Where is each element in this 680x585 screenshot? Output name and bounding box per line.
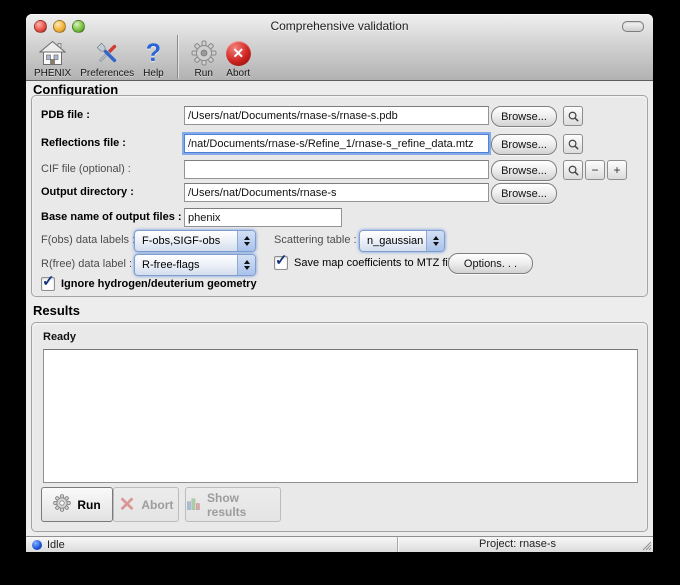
toolbar-label-help: Help	[143, 68, 164, 79]
reflections-file-label: Reflections file :	[41, 137, 126, 149]
pdb-file-label: PDB file :	[41, 109, 90, 121]
output-directory-input[interactable]	[184, 183, 489, 202]
toolbar-toggle-button[interactable]	[622, 21, 644, 32]
results-log[interactable]	[43, 349, 638, 483]
reflections-file-input[interactable]	[184, 134, 489, 153]
toolbar-separator	[177, 35, 178, 79]
reflections-browse-button[interactable]: Browse...	[491, 134, 557, 155]
reflections-search-button[interactable]	[563, 134, 583, 154]
abort-icon: ✕	[226, 41, 251, 66]
save-map-label: Save map coefficients to MTZ file	[294, 257, 456, 269]
toolbar: PHENIX Preferences	[34, 35, 251, 79]
main-window: Comprehensive validation PHENIX	[26, 14, 653, 552]
toolbar-item-run[interactable]: Run	[191, 39, 217, 79]
output-directory-label: Output directory :	[41, 186, 134, 198]
fobs-label: F(obs) data labels :	[41, 234, 135, 246]
toolbar-label-preferences: Preferences	[80, 68, 134, 79]
toolbar-label-abort: Abort	[226, 68, 250, 79]
toolbar-item-phenix[interactable]: PHENIX	[34, 39, 71, 79]
rfree-label: R(free) data label :	[41, 258, 132, 270]
results-status: Ready	[43, 331, 76, 343]
dropdown-arrows-icon	[237, 231, 255, 251]
zoom-button[interactable]	[72, 20, 85, 33]
ignore-h-checkbox[interactable]	[41, 277, 55, 291]
options-button[interactable]: Options. . .	[448, 253, 533, 274]
show-results-button-label: Show results	[207, 491, 280, 519]
fobs-dropdown[interactable]: F-obs,SIGF-obs	[134, 230, 256, 252]
cif-remove-button[interactable]: −	[585, 160, 605, 180]
toolbar-label-run: Run	[195, 68, 213, 79]
minimize-button[interactable]	[53, 20, 66, 33]
pdb-search-button[interactable]	[563, 106, 583, 126]
base-name-input[interactable]	[184, 208, 342, 227]
cif-file-input[interactable]	[184, 160, 489, 179]
rfree-value: R-free-flags	[135, 259, 237, 271]
dropdown-arrows-icon	[237, 255, 255, 275]
resize-grip[interactable]	[640, 539, 652, 551]
scattering-label: Scattering table :	[274, 234, 357, 246]
toolbar-item-abort[interactable]: ✕ Abort	[226, 39, 251, 79]
output-browse-button[interactable]: Browse...	[491, 183, 557, 204]
show-results-button[interactable]: Show results	[185, 487, 281, 522]
run-button-label: Run	[77, 498, 100, 512]
dropdown-arrows-icon	[426, 231, 444, 251]
scattering-dropdown[interactable]: n_gaussian	[359, 230, 445, 252]
status-indicator-icon	[32, 540, 42, 550]
cif-add-button[interactable]: +	[607, 160, 627, 180]
ignore-h-label: Ignore hydrogen/deuterium geometry	[61, 278, 257, 290]
search-icon	[567, 164, 580, 177]
close-button[interactable]	[34, 20, 47, 33]
bar-chart-icon	[186, 496, 201, 514]
rfree-dropdown[interactable]: R-free-flags	[134, 254, 256, 276]
abort-x-icon: ✕	[119, 496, 136, 514]
status-state: Idle	[47, 539, 65, 551]
scattering-value: n_gaussian	[360, 235, 426, 247]
traffic-lights	[34, 20, 85, 33]
cif-file-label: CIF file (optional) :	[41, 163, 131, 175]
home-icon	[39, 39, 66, 67]
window-title: Comprehensive validation	[116, 19, 563, 33]
results-header: Results	[33, 303, 80, 318]
search-icon	[567, 110, 580, 123]
search-icon	[567, 138, 580, 151]
gear-icon	[53, 494, 71, 515]
status-project: Project: rnase-s	[398, 538, 637, 550]
save-map-checkbox[interactable]	[274, 256, 288, 270]
gear-icon	[191, 39, 217, 67]
toolbar-label-phenix: PHENIX	[34, 68, 71, 79]
toolbar-item-help[interactable]: ? Help	[143, 39, 164, 79]
tools-icon	[94, 39, 121, 67]
help-icon: ?	[146, 40, 161, 66]
window-header: Comprehensive validation PHENIX	[26, 14, 653, 81]
status-bar: Idle Project: rnase-s	[26, 536, 653, 552]
toolbar-item-preferences[interactable]: Preferences	[80, 39, 134, 79]
pdb-browse-button[interactable]: Browse...	[491, 106, 557, 127]
cif-browse-button[interactable]: Browse...	[491, 160, 557, 181]
pdb-file-input[interactable]	[184, 106, 489, 125]
ignore-h-checkbox-row: Ignore hydrogen/deuterium geometry	[41, 277, 257, 291]
save-map-checkbox-row: Save map coefficients to MTZ file	[274, 256, 456, 270]
results-panel: Ready	[31, 322, 648, 532]
abort-button-label: Abort	[141, 498, 173, 512]
fobs-value: F-obs,SIGF-obs	[135, 235, 237, 247]
cif-search-button[interactable]	[563, 160, 583, 180]
abort-button[interactable]: ✕ Abort	[113, 487, 179, 522]
configuration-panel: PDB file : Browse... Reflections file : …	[31, 95, 648, 297]
run-button[interactable]: Run	[41, 487, 113, 522]
base-name-label: Base name of output files :	[41, 211, 182, 223]
